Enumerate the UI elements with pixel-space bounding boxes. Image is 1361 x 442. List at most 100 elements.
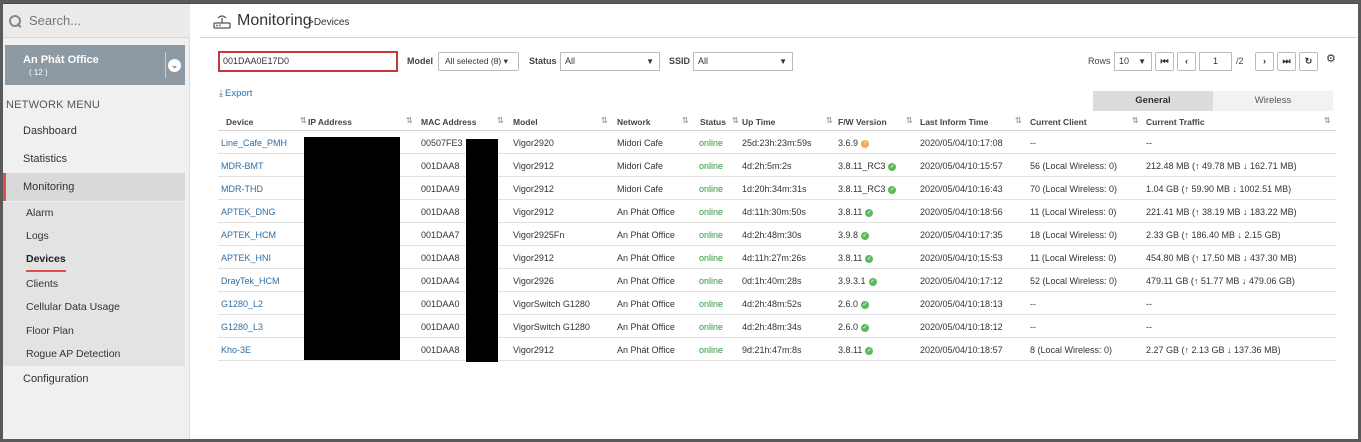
cell-current-traffic-text: 454.80 MB (↑ 17.50 MB ↓ 437.30 MB) xyxy=(1146,253,1297,263)
col-model-label: Model xyxy=(513,117,538,127)
export-link[interactable]: ⤓ Export xyxy=(219,88,252,99)
site-selector[interactable]: An Phát Office ( 12 ) ⌄ xyxy=(5,45,185,85)
sidebar-item-dashboard[interactable]: Dashboard xyxy=(3,125,185,137)
cell-uptime: 4d:11h:27m:26s xyxy=(742,253,806,263)
col-up-time[interactable]: Up Time ⇅ xyxy=(742,116,833,127)
tab-general[interactable]: General xyxy=(1093,91,1213,111)
cell-last-inform-text: 2020/05/04/10:17:35 xyxy=(920,230,1003,240)
col-last-inform-time[interactable]: Last Inform Time ⇅ xyxy=(920,116,1022,127)
refresh-button[interactable]: ↻ xyxy=(1299,52,1318,71)
check-icon: ✓ xyxy=(861,300,870,309)
cell-status-text: online xyxy=(699,276,724,286)
caret-down-icon: ▼ xyxy=(646,57,654,66)
sidebar-sub-floor-plan[interactable]: Floor Plan xyxy=(26,325,74,337)
cell-model-text: Vigor2912 xyxy=(513,184,554,194)
status-filter-select[interactable]: All ▼ xyxy=(560,52,660,71)
cell-status-text: online xyxy=(699,345,724,355)
cell-status: online xyxy=(699,345,723,355)
cell-device[interactable]: MDR-BMT xyxy=(221,161,264,171)
col-device[interactable]: Device ⇅ xyxy=(226,116,307,127)
cell-current-client: -- xyxy=(1030,322,1036,332)
col-current-traffic[interactable]: Current Traffic ⇅ xyxy=(1146,116,1331,127)
cell-current-client-text: -- xyxy=(1030,138,1036,148)
sidebar-item-monitoring[interactable]: Monitoring xyxy=(3,173,185,201)
cell-fw-version-text: 2.6.0 xyxy=(838,322,859,332)
cell-device[interactable]: APTEK_DNG xyxy=(221,207,276,217)
sidebar-sub-rogue-ap-detection[interactable]: Rogue AP Detection xyxy=(26,348,120,360)
sidebar-sub-devices[interactable]: Devices xyxy=(26,253,66,272)
cell-device[interactable]: G1280_L3 xyxy=(221,322,263,332)
col-mac-address[interactable]: MAC Address ⇅ xyxy=(421,116,504,127)
sidebar-item-statistics[interactable]: Statistics xyxy=(3,153,185,165)
cell-device[interactable]: Line_Cafe_PMH xyxy=(221,138,287,148)
cell-mac-text: 001DAA8 xyxy=(421,207,460,217)
cell-fw-version: 2.6.0 ✓ xyxy=(838,299,870,309)
col-model[interactable]: Model ⇅ xyxy=(513,116,608,127)
cell-model: Vigor2925Fn xyxy=(513,230,564,240)
sidebar-search[interactable] xyxy=(3,4,190,38)
cell-last-inform-text: 2020/05/04/10:18:56 xyxy=(920,207,1003,217)
model-filter-dropdown[interactable]: All selected (8) ▾ xyxy=(438,52,519,71)
sort-icon: ⇅ xyxy=(906,116,913,125)
tab-wireless[interactable]: Wireless xyxy=(1213,91,1333,111)
cell-fw-version: 3.8.11 ✓ xyxy=(838,345,874,355)
cell-device[interactable]: MDR-THD xyxy=(221,184,263,194)
cell-network: Midori Cafe xyxy=(617,138,663,148)
download-icon: ⤓ xyxy=(219,88,223,98)
cell-fw-version-text: 2.6.0 xyxy=(838,299,859,309)
cell-model-text: Vigor2920 xyxy=(513,138,554,148)
col-fw-version[interactable]: F/W Version ⇅ xyxy=(838,116,913,127)
col-network[interactable]: Network ⇅ xyxy=(617,116,689,127)
cell-mac-text: 001DAA4 xyxy=(421,276,460,286)
first-page-button[interactable]: ⏮ xyxy=(1155,52,1174,71)
cell-device-text: MDR-BMT xyxy=(221,161,264,171)
cell-status-text: online xyxy=(699,299,724,309)
cell-model: Vigor2920 xyxy=(513,138,554,148)
col-status[interactable]: Status ⇅ xyxy=(700,116,739,127)
col-ip-label: IP Address xyxy=(308,117,352,127)
sidebar-sub-clients[interactable]: Clients xyxy=(26,278,58,290)
prev-page-button[interactable]: ‹ xyxy=(1177,52,1196,71)
cell-fw-version: 3.8.11_RC3 ✓ xyxy=(838,161,897,171)
cell-last-inform: 2020/05/04/10:17:12 xyxy=(920,276,1003,286)
cell-mac-text: 00507FE3 xyxy=(421,138,463,148)
cell-uptime: 0d:1h:40m:28s xyxy=(742,276,802,286)
cell-status: online xyxy=(699,230,723,240)
cell-device[interactable]: G1280_L2 xyxy=(221,299,263,309)
rows-per-page-select[interactable]: 10 ▼ xyxy=(1114,52,1152,71)
cell-uptime: 1d:20h:34m:31s xyxy=(742,184,807,194)
caret-down-icon: ▾ xyxy=(503,56,508,66)
ssid-filter-select[interactable]: All ▼ xyxy=(693,52,793,71)
cell-network: Midori Cafe xyxy=(617,184,663,194)
device-search-input[interactable]: 001DAA0E17D0 xyxy=(218,51,398,72)
cell-fw-version-text: 3.9.8 xyxy=(838,230,859,240)
cell-fw-version: 3.8.11_RC3 ✓ xyxy=(838,184,897,194)
cell-fw-version-text: 3.8.11 xyxy=(838,253,863,263)
page-number-input[interactable]: 1 xyxy=(1199,52,1232,71)
col-current-client[interactable]: Current Client ⇅ xyxy=(1030,116,1139,127)
check-icon: ✓ xyxy=(865,208,874,217)
chevron-down-icon[interactable]: ⌄ xyxy=(168,59,181,72)
breadcrumb[interactable]: >Devices xyxy=(308,17,349,28)
export-label: Export xyxy=(224,88,253,99)
sidebar-sub-cellular-data-usage[interactable]: Cellular Data Usage xyxy=(26,301,120,313)
cell-device[interactable]: APTEK_HCM xyxy=(221,230,276,240)
cell-device[interactable]: DrayTek_HCM xyxy=(221,276,280,286)
rows-value: 10 xyxy=(1119,56,1130,66)
sidebar-sub-logs[interactable]: Logs xyxy=(26,230,49,242)
next-page-button[interactable]: › xyxy=(1255,52,1274,71)
sidebar-item-configuration[interactable]: Configuration xyxy=(3,373,185,385)
cell-status: online xyxy=(699,207,723,217)
col-ip-address[interactable]: IP Address ⇅ xyxy=(308,116,413,127)
cell-uptime-text: 4d:2h:5m:2s xyxy=(742,161,792,171)
cell-device[interactable]: Kho-3E xyxy=(221,345,251,355)
sidebar-sub-alarm[interactable]: Alarm xyxy=(26,207,53,219)
last-page-button[interactable]: ⏭ xyxy=(1277,52,1296,71)
gear-icon[interactable]: ⚙ xyxy=(1326,54,1336,65)
cell-last-inform: 2020/05/04/10:18:12 xyxy=(920,322,1003,332)
cell-device[interactable]: APTEK_HNI xyxy=(221,253,271,263)
cell-current-traffic: 479.11 GB (↑ 51.77 MB ↓ 479.06 GB) xyxy=(1146,276,1295,286)
cell-uptime: 4d:11h:30m:50s xyxy=(742,207,806,217)
search-input[interactable] xyxy=(29,13,179,28)
cell-uptime: 4d:2h:5m:2s xyxy=(742,161,792,171)
